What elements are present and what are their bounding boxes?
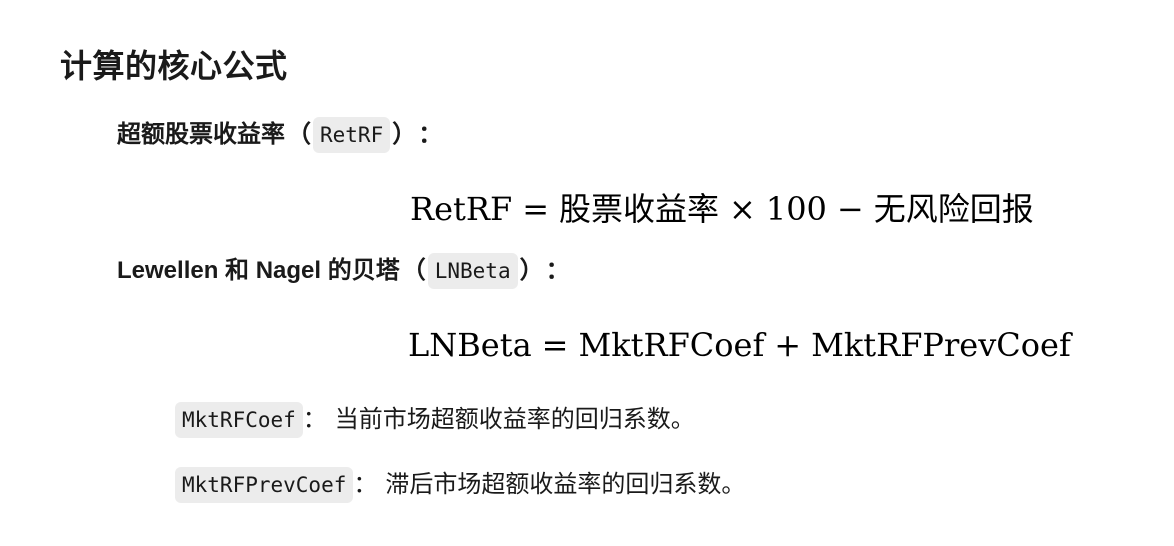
retrf-colon: ：: [418, 121, 443, 148]
lnbeta-formula: LNBeta = MktRFCoef + MktRFPrevCoef: [408, 323, 1071, 367]
formula-term: MktRFCoef: [578, 326, 765, 364]
formula-term: 无风险回报: [873, 190, 1034, 228]
section-title: 计算的核心公式: [60, 48, 288, 84]
retrf-label-text: 超额股票收益率: [117, 121, 285, 148]
formula-equals: =: [522, 190, 549, 228]
lnbeta-inline-code: LNBeta: [427, 253, 518, 289]
definition-text: 当前市场超额收益率的回归系数。: [334, 406, 695, 433]
definition-colon: ：: [302, 406, 327, 433]
lnbeta-colon: ：: [545, 257, 570, 284]
retrf-inline-code: RetRF: [313, 117, 391, 153]
formula-minus: −: [836, 190, 864, 228]
retrf-item-label: 超额股票收益率 （ RetRF ） ：: [117, 117, 442, 153]
definition-colon: ：: [353, 471, 378, 498]
formula-times: ×: [729, 190, 756, 228]
lnbeta-item-label: Lewellen 和 Nagel 的贝塔 （ LNBeta ） ：: [117, 253, 570, 289]
retrf-paren-close: ）: [392, 121, 417, 148]
document-page: 计算的核心公式 超额股票收益率 （ RetRF ） ： RetRF = 股票收益率 ×…: [0, 0, 1174, 546]
definition-text: 滞后市场超额收益率的回归系数。: [385, 471, 746, 498]
formula-plus: +: [774, 326, 802, 364]
formula-number: 100: [765, 190, 827, 228]
definition-item: MktRFCoef ： 当前市场超额收益率的回归系数。: [175, 402, 695, 438]
formula-lhs: RetRF: [410, 190, 513, 228]
formula-term: 股票收益率: [559, 190, 720, 228]
formula-lhs: LNBeta: [408, 326, 532, 364]
lnbeta-label-text: Lewellen 和 Nagel 的贝塔: [117, 257, 400, 284]
lnbeta-paren-close: ）: [519, 257, 544, 284]
definition-code: MktRFCoef: [175, 402, 303, 438]
retrf-formula: RetRF = 股票收益率 × 100− 无风险回报: [410, 187, 1034, 231]
definition-code: MktRFPrevCoef: [175, 467, 354, 503]
lnbeta-paren-open: （: [401, 257, 426, 284]
formula-term: MktRFPrevCoef: [811, 326, 1071, 364]
formula-equals: =: [541, 326, 569, 364]
retrf-paren-open: （: [287, 121, 311, 148]
definition-item: MktRFPrevCoef ： 滞后市场超额收益率的回归系数。: [175, 467, 745, 503]
